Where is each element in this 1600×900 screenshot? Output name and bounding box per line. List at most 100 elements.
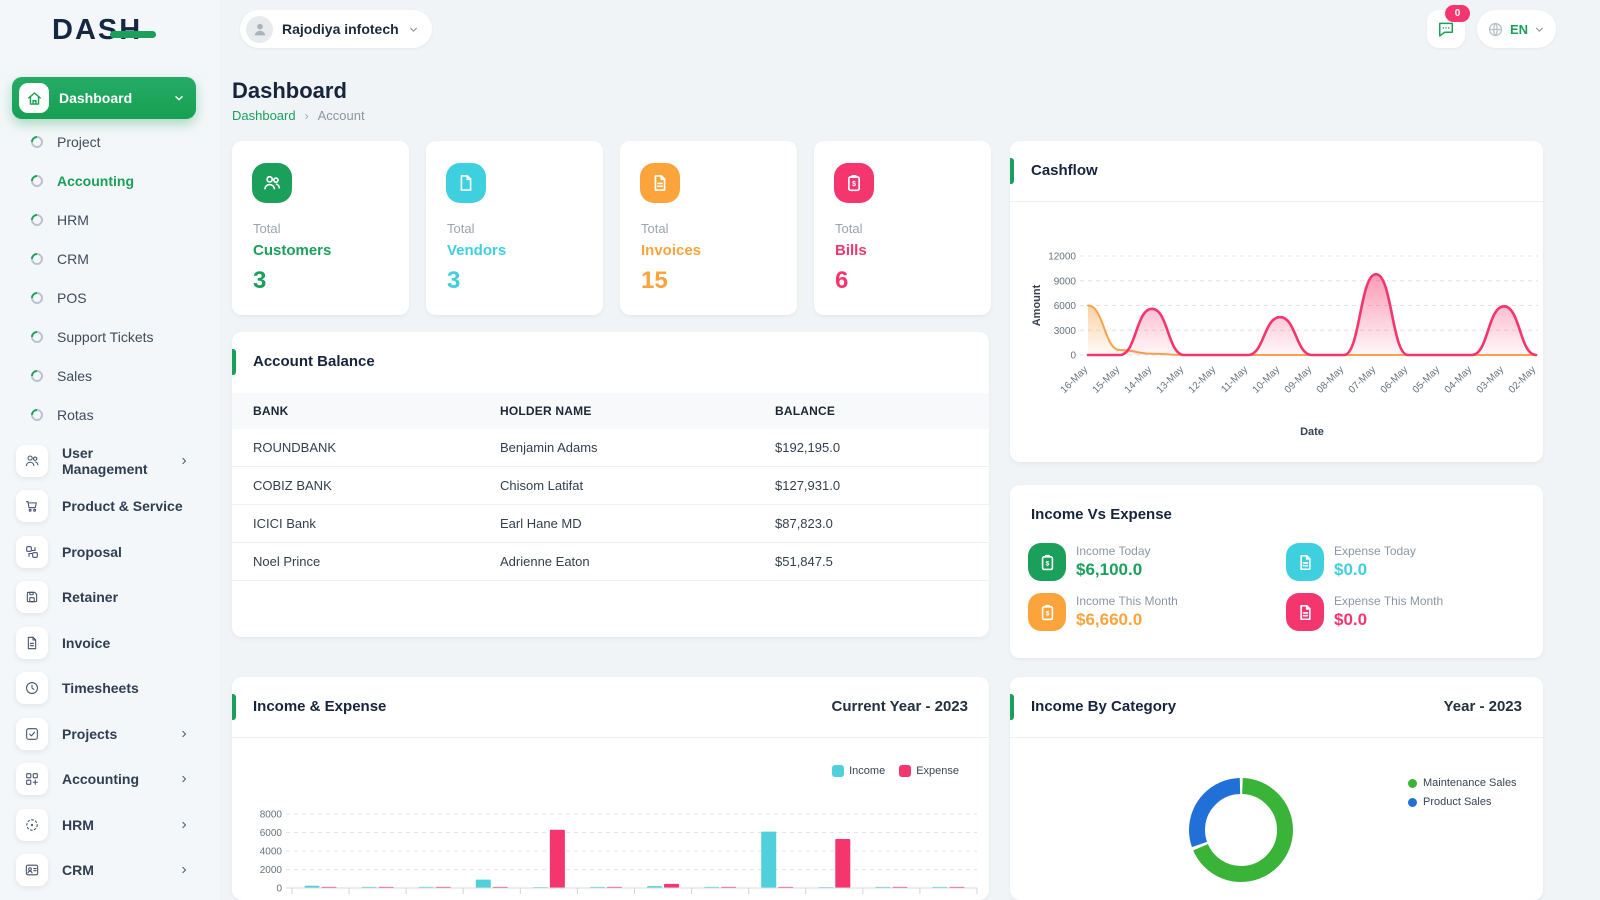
svg-text:10-May: 10-May [1251,364,1282,395]
sidebar-item-label: CRM [62,862,178,878]
table-cell: $192,195.0 [754,429,989,467]
table-row: Noel PrinceAdrienne Eaton$51,847.5 [232,543,989,581]
chevron-right-icon [178,819,190,831]
avatar [246,16,273,43]
card-accent-bar [1010,158,1014,184]
clipboard-dollar-icon: $ [1038,553,1057,572]
sidebar-menu: User Management Product & Service Propos… [0,438,220,893]
stat-label: Vendors [447,242,506,259]
stat-prefix: Total [835,221,862,236]
bullet-icon [29,250,46,267]
language-selector[interactable]: EN [1477,10,1556,48]
chevron-down-icon [407,23,420,36]
grid-plus-icon [24,771,40,787]
table-cell: Adrienne Eaton [479,543,754,581]
table-cell: Benjamin Adams [479,429,754,467]
income-expense-title: Income & Expense [253,698,386,715]
svg-text:4000: 4000 [260,847,283,858]
income-by-category-svg [1010,739,1543,900]
account-balance-title: Account Balance [253,353,375,370]
sidebar-subitem-label: CRM [57,251,89,267]
sidebar-item-label: Timesheets [62,680,220,696]
sidebar-item-crm[interactable]: CRM [0,848,220,894]
sidebar-subitem-rotas[interactable]: Rotas [0,395,220,434]
ive-value: $6,100.0 [1076,560,1151,580]
ive-item-income-today: $ Income Today $6,100.0 [1028,543,1151,581]
logo[interactable]: DASH [52,14,142,54]
stat-value: 3 [253,267,266,295]
sidebar-subitem-sales[interactable]: Sales [0,356,220,395]
messages-button[interactable]: 0 [1427,10,1465,48]
sidebar-item-label: Invoice [62,635,220,651]
card-accent-bar [1010,694,1014,720]
income-by-category-period: Year - 2023 [1444,698,1522,715]
sidebar-item-proposal[interactable]: Proposal [0,529,220,575]
income-expense-chart: 02000400060008000 [232,791,989,900]
sidebar-subitem-support-tickets[interactable]: Support Tickets [0,317,220,356]
file-lines-icon [1296,553,1315,572]
svg-text:0: 0 [1070,351,1076,362]
swap-boxes-icon [24,544,40,560]
sidebar-item-user-management[interactable]: User Management [0,438,220,484]
chevron-down-icon [172,91,186,105]
ive-item-expense-this-month: Expense This Month $0.0 [1286,593,1443,631]
legend-item-expense: Expense [899,765,959,777]
person-card-icon [24,862,40,878]
sidebar-subitem-hrm[interactable]: HRM [0,200,220,239]
sidebar-item-projects[interactable]: Projects [0,711,220,757]
sidebar-item-accounting[interactable]: Accounting [0,757,220,803]
svg-text:2000: 2000 [260,865,283,876]
stat-prefix: Total [253,221,280,236]
svg-text:$: $ [1045,560,1049,567]
bullet-icon [29,289,46,306]
company-selector[interactable]: Rajodiya infotech [240,10,432,48]
sidebar-subitem-accounting[interactable]: Accounting [0,161,220,200]
stat-card-invoices: Total Invoices 15 [620,141,797,315]
card-accent-bar [232,349,236,375]
sidebar-item-label: Projects [62,726,178,742]
sidebar-item-invoice[interactable]: Invoice [0,620,220,666]
stat-label: Bills [835,242,867,259]
sidebar-subitem-crm[interactable]: CRM [0,239,220,278]
sidebar-item-hrm[interactable]: HRM [0,802,220,848]
chevron-right-icon [178,455,190,467]
svg-text:Date: Date [1300,426,1324,438]
table-row: ROUNDBANKBenjamin Adams$192,195.0 [232,429,989,467]
svg-text:9000: 9000 [1054,276,1077,287]
svg-text:09-May: 09-May [1283,364,1314,395]
income-expense-period: Current Year - 2023 [832,698,968,715]
globe-icon [1487,21,1504,38]
sidebar-item-product-service[interactable]: Product & Service [0,484,220,530]
breadcrumb-current: Account [318,108,365,123]
ive-item-income-this-month: $ Income This Month $6,660.0 [1028,593,1178,631]
svg-text:$: $ [1045,610,1049,617]
cashflow-card: Cashflow 03000600090001200016-May15-May1… [1010,141,1543,462]
table-row: ICICI BankEarl Hane MD$87,823.0 [232,505,989,543]
svg-text:02-May: 02-May [1507,364,1538,395]
sidebar-item-dashboard[interactable]: Dashboard [12,77,196,119]
home-icon [26,90,43,107]
stat-label: Customers [253,242,331,259]
sidebar-item-timesheets[interactable]: Timesheets [0,666,220,712]
breadcrumb-dashboard[interactable]: Dashboard [232,108,296,123]
income-by-category-header: Income By Category Year - 2023 [1010,677,1543,738]
stat-value: 6 [835,267,848,295]
sidebar-item-retainer[interactable]: Retainer [0,575,220,621]
legend-item-income: Income [832,765,885,777]
chevron-down-icon [1533,23,1546,36]
language-code: EN [1510,22,1528,37]
table-cell: $51,847.5 [754,543,989,581]
income-expense-svg: 02000400060008000 [232,791,989,900]
sidebar-subitem-pos[interactable]: POS [0,278,220,317]
cashflow-svg: 03000600090001200016-May15-May14-May13-M… [1010,203,1543,462]
svg-text:8000: 8000 [260,810,283,821]
table-column-header: HOLDER NAME [479,393,754,429]
sidebar-subitem-project[interactable]: Project [0,122,220,161]
breadcrumb-separator-icon: › [305,109,309,123]
svg-text:06-May: 06-May [1379,364,1410,395]
clipboard-dollar-icon: $ [1038,603,1057,622]
check-square-icon [24,726,40,742]
chevron-right-icon [178,728,190,740]
income-by-category-title: Income By Category [1031,698,1176,715]
clock-icon [24,680,40,696]
